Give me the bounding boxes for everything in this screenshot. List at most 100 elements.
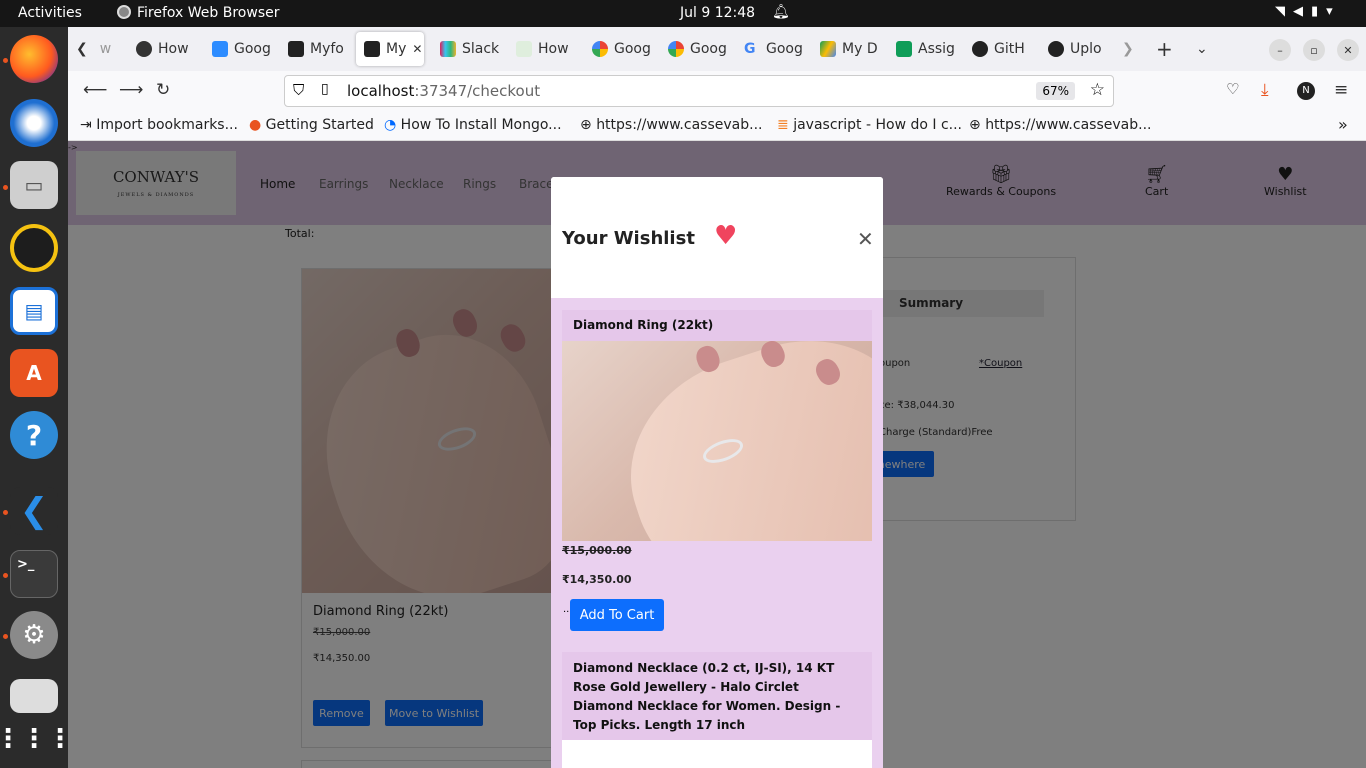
- volume-icon: ◀: [1293, 4, 1311, 19]
- wishlist-item-old-price: ₹15,000.00: [562, 544, 632, 557]
- running-indicator: [3, 634, 8, 639]
- new-tab-button[interactable]: +: [1156, 32, 1176, 66]
- stackoverflow-icon: ≣: [777, 117, 794, 133]
- zoom-indicator[interactable]: 67%: [1036, 82, 1075, 100]
- settings-icon[interactable]: ⚙: [10, 611, 58, 659]
- notification-bell-icon[interactable]: 🔔︎: [772, 4, 790, 20]
- system-tray[interactable]: ◥◀▮▾: [1275, 4, 1341, 19]
- tab-list-scroll-left[interactable]: ❮ w: [76, 32, 126, 66]
- chrome-icon: [592, 41, 608, 57]
- tab[interactable]: Goog: [668, 32, 738, 66]
- running-indicator: [3, 185, 8, 190]
- heart-icon: ♥: [714, 221, 738, 251]
- clock[interactable]: Jul 9 12:48: [680, 5, 755, 21]
- close-icon[interactable]: ✕: [857, 227, 874, 251]
- wishlist-item-image: [562, 341, 872, 541]
- help-icon[interactable]: ?: [10, 411, 58, 459]
- firefox-small-icon: [117, 5, 131, 19]
- rhythmbox-icon[interactable]: [10, 224, 58, 272]
- disk-icon[interactable]: [10, 679, 58, 713]
- wishlist-modal: Your Wishlist ♥ ✕ Diamond Ring (22kt) ₹1…: [551, 177, 883, 768]
- shield-icon[interactable]: ⛉: [293, 81, 304, 99]
- firefox-small-icon: ●: [249, 117, 266, 133]
- list-all-tabs-icon[interactable]: ⌄: [1196, 32, 1216, 66]
- chevron-left-icon: ❮: [76, 41, 88, 57]
- wifi-icon: ◥: [1275, 4, 1293, 19]
- tab[interactable]: Myfo: [288, 32, 358, 66]
- tab[interactable]: Slack: [440, 32, 510, 66]
- add-to-cart-button[interactable]: Add To Cart: [570, 599, 664, 631]
- bookmark-item[interactable]: ⊕ https://www.cassevab...: [969, 117, 1151, 133]
- active-app-name: Firefox Web Browser: [137, 5, 280, 21]
- active-app-menu[interactable]: Firefox Web Browser: [117, 5, 280, 21]
- tab[interactable]: How: [516, 32, 586, 66]
- writer-icon[interactable]: ▤: [10, 287, 58, 335]
- tab[interactable]: GitH: [972, 32, 1042, 66]
- tab[interactable]: G Goog: [744, 32, 814, 66]
- github-icon: [972, 41, 988, 57]
- url-text[interactable]: localhost:37347/checkout: [347, 82, 540, 100]
- close-window-button[interactable]: ✕: [1337, 39, 1359, 61]
- bookmark-star-icon[interactable]: ☆: [1090, 80, 1105, 100]
- url-bar[interactable]: ⛉ ▯ localhost:37347/checkout 67% ☆: [284, 75, 1114, 107]
- drive-icon: [820, 41, 836, 57]
- vscode-icon[interactable]: ❮: [10, 487, 58, 535]
- tab[interactable]: Goog: [592, 32, 662, 66]
- bookmarks-toolbar: ⇥ Import bookmarks... ● Getting Started …: [68, 111, 1366, 141]
- terminal-icon[interactable]: >_: [10, 550, 58, 598]
- bookmark-item[interactable]: ● Getting Started: [249, 117, 374, 133]
- reload-button[interactable]: ↻: [156, 80, 170, 100]
- account-avatar-icon[interactable]: N: [1297, 82, 1315, 100]
- tab-scroll-right-icon[interactable]: ❯: [1122, 32, 1140, 66]
- modal-header: Your Wishlist ♥ ✕: [551, 177, 883, 298]
- bookmark-item[interactable]: ⇥ Import bookmarks...: [80, 117, 238, 133]
- bookmark-item[interactable]: ◔ How To Install Mongo...: [384, 117, 562, 133]
- tab-favicon-icon: [136, 41, 152, 57]
- tab-close-icon[interactable]: ✕: [412, 42, 422, 56]
- wishlist-item-title: Diamond Ring (22kt): [562, 310, 872, 341]
- page-icon[interactable]: ▯: [321, 81, 329, 97]
- maximize-button[interactable]: ▫: [1303, 39, 1325, 61]
- back-button[interactable]: ⟵: [83, 80, 107, 100]
- downloads-icon[interactable]: ⤓: [1261, 80, 1269, 100]
- apps-grid-icon[interactable]: ⋮⋮⋮: [0, 715, 73, 763]
- files-icon[interactable]: ▭: [10, 161, 58, 209]
- firefox-icon[interactable]: [10, 35, 58, 83]
- bookmark-item[interactable]: ≣ javascript - How do I c...: [777, 117, 962, 133]
- more-bookmarks-icon[interactable]: »: [1338, 115, 1348, 134]
- minimize-button[interactable]: –: [1269, 39, 1291, 61]
- tab-active[interactable]: My ✕: [356, 32, 424, 66]
- ellipsis-icon: ..: [563, 604, 570, 615]
- bookmark-item[interactable]: ⊕ https://www.cassevab...: [580, 117, 762, 133]
- globe-icon: ⊕: [580, 117, 597, 133]
- wishlist-item-price: ₹14,350.00: [562, 573, 632, 586]
- running-indicator: [3, 510, 8, 515]
- tab-favicon-icon: [212, 41, 228, 57]
- wishlist-item-image: [562, 740, 872, 768]
- google-icon: G: [744, 41, 756, 57]
- classroom-icon: [896, 41, 912, 57]
- page-content: CONWAY'SJEWELS & DIAMONDS Home Earrings …: [68, 141, 1366, 768]
- forward-button[interactable]: ⟶: [119, 80, 143, 100]
- dock: ▭ ▤ A ? ❮ >_ ⚙ ⋮⋮⋮: [0, 27, 73, 768]
- tab[interactable]: How: [136, 32, 206, 66]
- pocket-icon[interactable]: ♡: [1226, 80, 1239, 98]
- modal-title: Your Wishlist: [562, 228, 695, 249]
- digitalocean-icon: ◔: [384, 117, 401, 133]
- thunderbird-icon[interactable]: [10, 99, 58, 147]
- software-icon[interactable]: A: [10, 349, 58, 397]
- tab[interactable]: Assig: [896, 32, 966, 66]
- activities-button[interactable]: Activities: [18, 5, 82, 21]
- tab[interactable]: Uplo: [1048, 32, 1118, 66]
- system-top-bar: Activities Firefox Web Browser Jul 9 12:…: [0, 0, 1366, 27]
- tab[interactable]: My D: [820, 32, 890, 66]
- running-indicator: [3, 573, 8, 578]
- chrome-icon: [668, 41, 684, 57]
- hamburger-menu-icon[interactable]: ≡: [1334, 80, 1348, 100]
- menu-caret-icon: ▾: [1326, 4, 1341, 19]
- angular-icon: [288, 41, 304, 57]
- import-icon: ⇥: [80, 117, 97, 133]
- angular-icon: [364, 41, 380, 57]
- tab[interactable]: Goog: [212, 32, 282, 66]
- tab-strip: ❮ w How Goog Myfo My ✕ Slack How Goog Goog…: [68, 27, 1366, 71]
